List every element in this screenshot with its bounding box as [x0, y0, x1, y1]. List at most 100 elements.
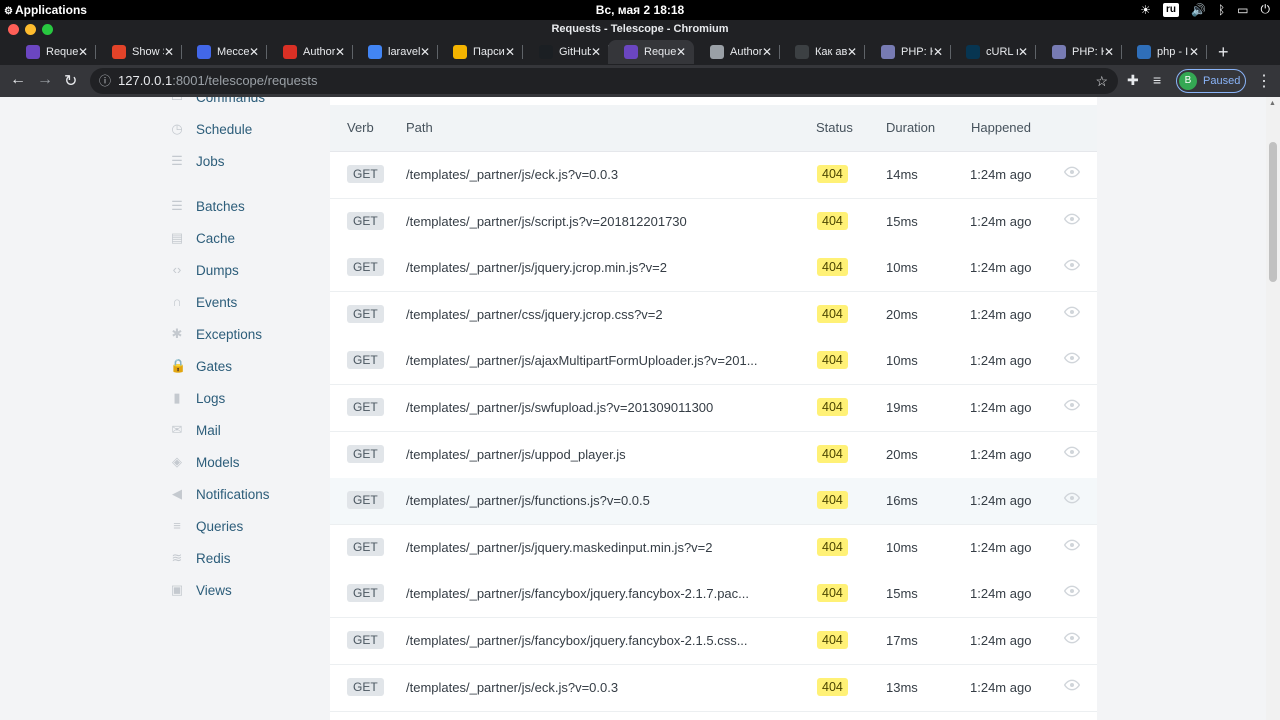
profile-button[interactable]: B Paused — [1176, 69, 1246, 93]
table-row[interactable]: GET/templates/_partner/js/eck.js?v=0.0.3… — [330, 664, 1097, 712]
tab-close-icon[interactable]: ✕ — [933, 45, 943, 59]
eye-icon[interactable] — [1063, 350, 1081, 366]
tab-6[interactable]: GitHub ✕ — [523, 40, 609, 64]
sidebar-item-schedule[interactable]: ◷ Schedule — [170, 119, 252, 139]
tab-close-icon[interactable]: ✕ — [164, 45, 174, 59]
tab-1[interactable]: Show S✕ — [96, 40, 182, 64]
happened-value: 1:24m ago — [970, 586, 1032, 602]
tab-close-icon[interactable]: ✕ — [847, 45, 857, 59]
table-row[interactable]: GET/templates/_partner/js/fancybox/jquer… — [330, 571, 1097, 619]
tab-title: GitHub — [559, 46, 591, 58]
sidebar-item-cache[interactable]: ▤ Cache — [170, 228, 235, 248]
sidebar-item-dumps[interactable]: ‹› Dumps — [170, 260, 239, 280]
address-bar[interactable]: ⓘ 127.0.0.1:8001/telescope/requests ☆ — [90, 68, 1118, 94]
table-row[interactable]: GET/templates/_partner/js/jquery.jcrop.m… — [330, 245, 1097, 293]
table-row[interactable]: GET/templates/_partner/js/eck.js?v=0.0.3… — [330, 152, 1097, 199]
sidebar-item-gates[interactable]: 🔒 Gates — [170, 356, 232, 376]
sidebar-item-jobs[interactable]: ☰ Jobs — [170, 151, 224, 171]
tab-12[interactable]: PHP: H✕ — [1036, 40, 1122, 64]
eye-icon[interactable] — [1063, 583, 1081, 599]
tab-close-icon[interactable]: ✕ — [591, 45, 601, 59]
bookmark-star-icon[interactable]: ☆ — [1095, 68, 1108, 94]
sidebar-item-queries[interactable]: ≡ Queries — [170, 516, 243, 536]
tab-11[interactable]: cURL n✕ — [950, 40, 1036, 64]
scroll-up-arrow-icon[interactable]: ▲ — [1269, 100, 1276, 107]
close-window-button[interactable] — [8, 24, 19, 35]
tab-9[interactable]: Как ав ✕ — [779, 40, 865, 64]
page-scrollbar[interactable]: ▲ — [1266, 97, 1280, 720]
sidebar-item-views[interactable]: ▣ Views — [170, 580, 232, 600]
eye-icon[interactable] — [1063, 257, 1081, 273]
reload-icon[interactable]: ↻ — [64, 71, 77, 91]
eye-icon[interactable] — [1063, 490, 1081, 506]
tab-close-icon[interactable]: ✕ — [676, 45, 686, 59]
table-row[interactable]: GET/templates/_partner/js/script.js?v=20… — [330, 198, 1097, 246]
more-menu-icon[interactable]: ⋮ — [1256, 71, 1272, 91]
sidebar-item-redis[interactable]: ≋ Redis — [170, 548, 231, 568]
table-row[interactable]: GET/templates/_partner/js/jquery.maskedi… — [330, 524, 1097, 572]
tab-close-icon[interactable]: ✕ — [1018, 45, 1028, 59]
tab-10[interactable]: PHP: H✕ — [865, 40, 951, 64]
power-icon[interactable]: ⏻ — [1261, 2, 1271, 17]
eye-icon[interactable] — [1063, 164, 1081, 180]
table-row[interactable]: GET/templates/_partner/js/uppod_player.j… — [330, 431, 1097, 479]
sidebar-item-mail[interactable]: ✉ Mail — [170, 420, 221, 440]
table-row[interactable]: GET/templates/_partner/css/jquery.jcrop.… — [330, 291, 1097, 339]
minimize-window-button[interactable] — [25, 24, 36, 35]
keyboard-layout-indicator[interactable]: ru — [1163, 2, 1179, 17]
sidebar-item-batches[interactable]: ☰ Batches — [170, 196, 245, 216]
night-light-icon[interactable]: ☀ — [1140, 3, 1151, 17]
tab-13[interactable]: php - I ✕ — [1121, 40, 1207, 64]
tab-close-icon[interactable]: ✕ — [335, 45, 345, 59]
volume-icon[interactable]: 🔊 — [1191, 3, 1206, 17]
tab-close-icon[interactable]: ✕ — [762, 45, 772, 59]
sidebar-item-models[interactable]: ◈ Models — [170, 452, 240, 472]
sidebar-item-events[interactable]: ∩ Events — [170, 292, 237, 312]
battery-icon[interactable]: ▭ — [1237, 3, 1248, 17]
sidebar-item-label: Views — [196, 582, 232, 598]
tab-0[interactable]: Reque ✕ — [10, 40, 96, 64]
tab-close-icon[interactable]: ✕ — [420, 45, 430, 59]
scrollbar-thumb[interactable] — [1269, 142, 1277, 282]
tab-close-icon[interactable]: ✕ — [1104, 45, 1114, 59]
sidebar-item-exceptions[interactable]: ✱ Exceptions — [170, 324, 263, 344]
eye-icon[interactable] — [1063, 397, 1081, 413]
eye-icon[interactable] — [1063, 677, 1081, 693]
tab-favicon-icon — [283, 45, 297, 59]
sidebar-item-notifications[interactable]: ◀ Notifications — [170, 484, 270, 504]
clock[interactable]: Вс, мая 2 18:18 — [0, 3, 1280, 17]
system-tray[interactable]: ☀ ru 🔊 ᛒ ▭ ⏻ — [1140, 2, 1270, 17]
tab-4[interactable]: laravel ✕ — [352, 40, 438, 64]
tab-favicon-icon — [1137, 45, 1151, 59]
table-row[interactable]: GET/templates/_partner/js/functions.js?v… — [330, 478, 1097, 526]
back-arrow-icon[interactable]: ← — [10, 71, 26, 89]
media-controls-icon[interactable]: ≡ — [1153, 72, 1161, 88]
site-info-icon[interactable]: ⓘ — [99, 68, 111, 94]
table-row[interactable]: GET/templates/_partner/js/swfupload.js?v… — [330, 385, 1097, 432]
tab-7[interactable]: Reque ✕ — [608, 40, 694, 64]
tab-close-icon[interactable]: ✕ — [505, 45, 515, 59]
extensions-icon[interactable]: ✚ — [1127, 72, 1139, 89]
eye-icon[interactable] — [1063, 630, 1081, 646]
tab-3[interactable]: Author ✕ — [267, 40, 353, 64]
tab-5[interactable]: Парси ✕ — [437, 40, 523, 64]
eye-icon[interactable] — [1063, 304, 1081, 320]
tab-close-icon[interactable]: ✕ — [1189, 45, 1199, 59]
bluetooth-icon[interactable]: ᛒ — [1218, 3, 1225, 17]
maximize-window-button[interactable] — [42, 24, 53, 35]
new-tab-button[interactable]: + — [1218, 42, 1229, 63]
eye-icon[interactable] — [1063, 537, 1081, 553]
sidebar-item-commands[interactable]: ▭ Commands — [170, 97, 265, 107]
tab-2[interactable]: Мессе ✕ — [181, 40, 267, 64]
forward-arrow-icon[interactable]: → — [37, 71, 53, 89]
sidebar-item-logs[interactable]: ▮ Logs — [170, 388, 225, 408]
eye-icon[interactable] — [1063, 444, 1081, 460]
request-path: /templates/_partner/js/eck.js?v=0.0.3 — [406, 679, 619, 695]
verb-badge: GET — [347, 491, 384, 510]
tab-close-icon[interactable]: ✕ — [249, 45, 259, 59]
eye-icon[interactable] — [1063, 211, 1081, 227]
tab-8[interactable]: Author ✕ — [694, 40, 780, 64]
tab-close-icon[interactable]: ✕ — [78, 45, 88, 59]
table-row[interactable]: GET/templates/_partner/js/ajaxMultipartF… — [330, 338, 1097, 386]
table-row[interactable]: GET/templates/_partner/js/fancybox/jquer… — [330, 618, 1097, 665]
